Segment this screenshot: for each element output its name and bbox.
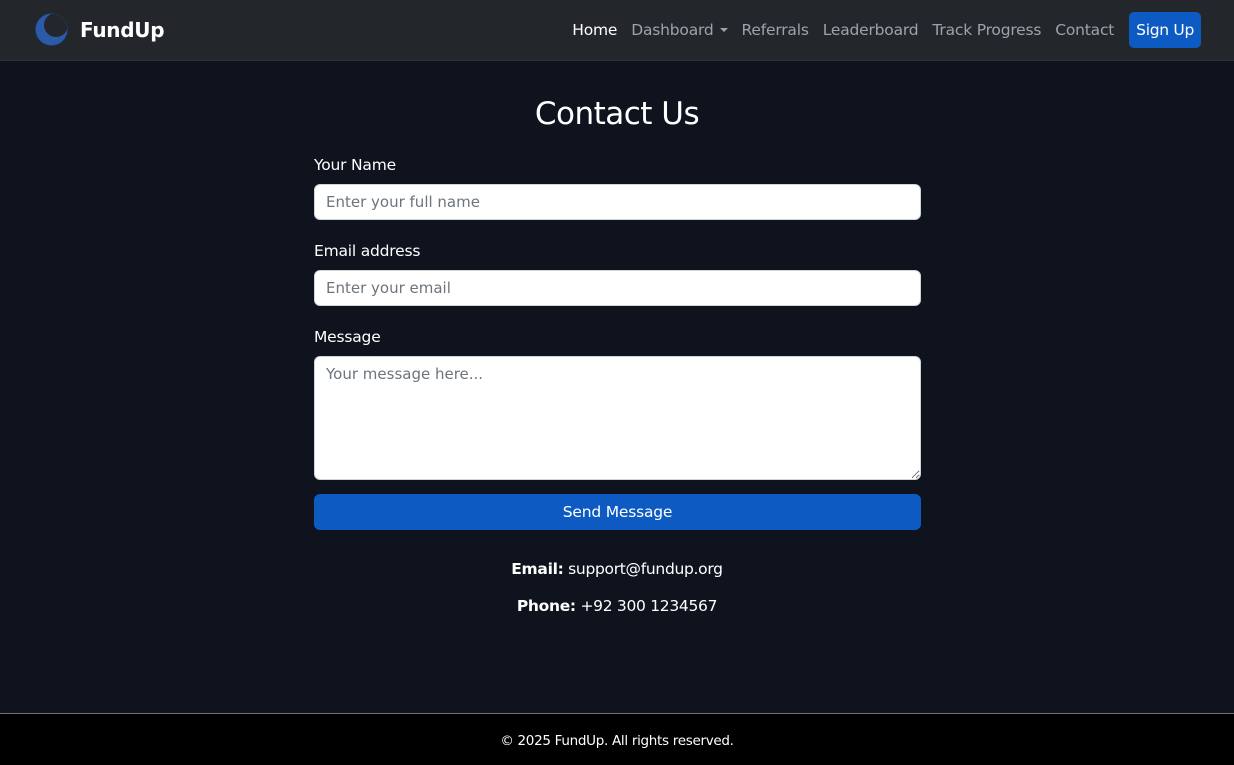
- contact-phone-label: Phone:: [516, 597, 576, 615]
- nav-dashboard-label: Dashboard: [631, 21, 714, 39]
- contact-email-value: support@fundup.org: [568, 560, 723, 578]
- contact-email: Email: support@fundup.org: [0, 560, 1234, 578]
- nav-referrals[interactable]: Referrals: [742, 21, 809, 39]
- main-nav: Home Dashboard Referrals Leaderboard Tra…: [558, 12, 1201, 48]
- page-title: Contact Us: [534, 96, 700, 132]
- footer-copyright: © 2025 FundUp. All rights reserved.: [500, 733, 734, 749]
- send-message-button[interactable]: Send Message: [314, 494, 921, 530]
- nav-home[interactable]: Home: [572, 21, 617, 39]
- name-input[interactable]: [314, 184, 921, 220]
- brand-name: FundUp: [80, 17, 165, 42]
- name-label: Your Name: [314, 156, 396, 174]
- nav-leaderboard[interactable]: Leaderboard: [823, 21, 919, 39]
- contact-phone: Phone: +92 300 1234567: [0, 597, 1234, 615]
- email-label: Email address: [314, 242, 421, 260]
- crescent-moon-icon: [35, 13, 68, 46]
- contact-phone-value: +92 300 1234567: [580, 597, 718, 615]
- message-label: Message: [314, 328, 381, 346]
- message-textarea[interactable]: [314, 356, 921, 480]
- email-input[interactable]: [314, 270, 921, 306]
- nav-contact[interactable]: Contact: [1055, 21, 1114, 39]
- contact-email-label: Email:: [511, 560, 564, 578]
- brand-link[interactable]: FundUp: [35, 13, 165, 46]
- sign-up-button[interactable]: Sign Up: [1129, 12, 1201, 48]
- footer: © 2025 FundUp. All rights reserved.: [0, 713, 1234, 765]
- caret-down-icon: [719, 28, 728, 32]
- navbar: FundUp Home Dashboard Referrals Leaderbo…: [0, 0, 1234, 61]
- nav-track-progress[interactable]: Track Progress: [932, 21, 1041, 39]
- contact-form: Your Name Email address Message Send Mes…: [314, 155, 921, 530]
- nav-dashboard-dropdown[interactable]: Dashboard: [631, 21, 728, 39]
